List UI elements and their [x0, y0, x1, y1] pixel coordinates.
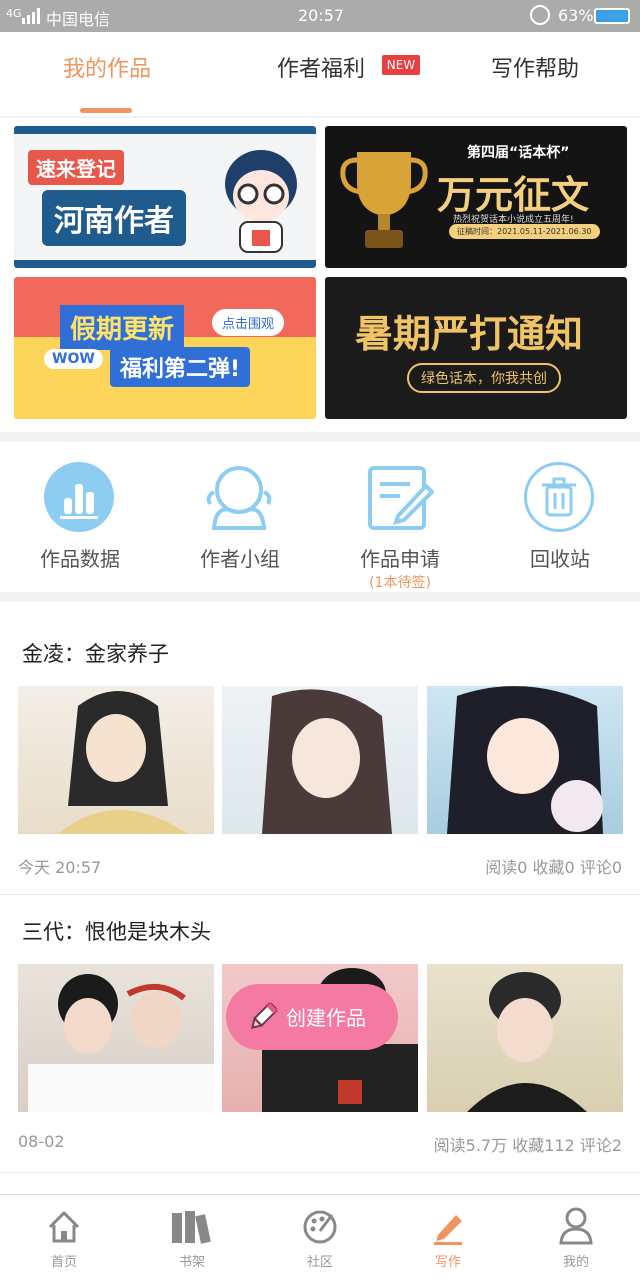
banner-headline: 假期更新	[60, 305, 185, 350]
tool-label: 作品数据	[40, 547, 120, 571]
work-updated-time: 今天 20:57	[18, 858, 102, 877]
banner-tag: 速来登记	[28, 150, 124, 185]
banner-subheadline: 福利第二弹!	[110, 347, 251, 387]
banner-headline: 暑期严打通知	[355, 312, 584, 356]
divider	[0, 894, 640, 895]
tab-author-benefits[interactable]: 作者福利	[256, 52, 386, 92]
nav-community[interactable]: 社区	[256, 1199, 384, 1279]
pencil-icon	[246, 1000, 280, 1034]
banner-subtitle: 第四届“话本杯”	[467, 145, 570, 161]
work-title[interactable]: 金凌：金家养子	[22, 638, 169, 668]
trash-icon	[524, 462, 594, 532]
work-cover-image[interactable]	[427, 686, 623, 834]
tool-label: 回收站	[530, 547, 590, 571]
wow-badge: WOW	[44, 349, 103, 369]
banner-headline: 河南作者	[42, 190, 186, 246]
group-icon	[204, 462, 274, 532]
nav-label: 首页	[50, 1255, 77, 1270]
divider	[0, 1172, 640, 1173]
create-work-label: 创建作品	[286, 1006, 366, 1030]
banner-essay-contest[interactable]: 第四届“话本杯” 万元征文 热烈祝贺话本小说成立五周年! 征稿时间：2021.0…	[325, 126, 627, 268]
home-icon	[46, 1209, 82, 1249]
banner-tag: 点击围观	[212, 309, 285, 336]
nav-profile[interactable]: 我的	[512, 1199, 640, 1279]
nav-label: 我的	[562, 1255, 589, 1270]
banner-summer-notice[interactable]: 暑期严打通知 绿色话本，你我共创	[325, 277, 627, 419]
signal-bars-icon	[22, 8, 40, 24]
work-stats: 阅读5.7万 收藏112 评论2	[433, 1136, 622, 1155]
work-updated-time: 08-02	[18, 1132, 65, 1151]
tool-label: 作者小组	[200, 547, 280, 571]
tab-writing-help[interactable]: 写作帮助	[468, 52, 602, 92]
work-cover-image[interactable]	[18, 964, 214, 1112]
signal-indicator: 4G	[6, 7, 22, 20]
battery-icon	[594, 8, 630, 24]
clock: 20:57	[298, 6, 345, 25]
write-icon	[430, 1209, 466, 1249]
work-cover-image[interactable]	[427, 964, 623, 1112]
carrier-name: 中国电信	[46, 10, 111, 29]
nav-label: 书架	[178, 1255, 205, 1270]
banner-henan-authors[interactable]: 速来登记 河南作者	[14, 126, 316, 268]
tab-my-works[interactable]: 我的作品	[40, 52, 174, 92]
tool-label: 作品申请	[360, 547, 440, 571]
nav-bookshelf[interactable]: 书架	[128, 1199, 256, 1279]
divider	[0, 116, 640, 118]
bar-chart-icon	[44, 462, 114, 532]
edit-document-icon	[364, 462, 435, 532]
new-badge: NEW	[382, 55, 420, 75]
author-group-button[interactable]	[204, 462, 274, 532]
banner-headline: 万元征文	[437, 173, 590, 217]
work-cover-image[interactable]	[18, 686, 214, 834]
section-divider	[0, 432, 640, 442]
bottom-navigation: 首页 书架 社区 写作 我的	[0, 1194, 640, 1281]
banner-date: 征稿时间：2021.05.11-2021.06.30	[449, 224, 600, 239]
pending-sign-count: (1本待签)	[369, 575, 431, 591]
nav-label: 社区	[306, 1255, 333, 1270]
battery-percent: 63%	[558, 6, 594, 25]
work-stats: 阅读0 收藏0 评论0	[485, 858, 622, 877]
recycle-bin-button[interactable]	[524, 462, 594, 532]
mascot-illustration	[218, 144, 304, 254]
rotation-lock-icon	[530, 5, 550, 25]
banner-holiday-update[interactable]: 假期更新 点击围观 WOW 福利第二弹!	[14, 277, 316, 419]
work-title[interactable]: 三代：恨他是块木头	[22, 916, 211, 946]
work-cover-image[interactable]	[222, 686, 418, 834]
nav-label: 写作	[434, 1255, 461, 1270]
trophy-icon	[339, 146, 429, 256]
banner-caption: 绿色话本，你我共创	[407, 363, 561, 393]
nav-home[interactable]: 首页	[0, 1199, 128, 1279]
status-bar: 4G 中国电信 20:57 63%	[0, 0, 640, 32]
work-data-button[interactable]	[44, 462, 114, 532]
active-tab-indicator	[80, 108, 132, 113]
palette-icon	[302, 1209, 338, 1249]
bookshelf-icon	[170, 1209, 214, 1249]
create-work-button[interactable]: 创建作品	[226, 984, 398, 1050]
nav-write[interactable]: 写作	[384, 1199, 512, 1279]
work-application-button[interactable]	[364, 462, 435, 532]
section-divider	[0, 592, 640, 602]
user-icon	[558, 1207, 594, 1249]
